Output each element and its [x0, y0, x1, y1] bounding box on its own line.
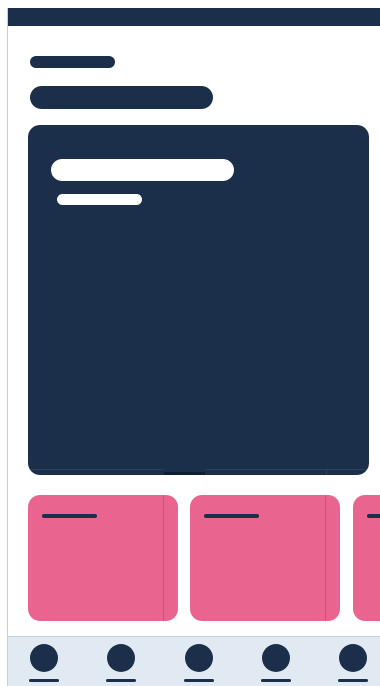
tile-card[interactable] [353, 495, 380, 621]
hero-divider [326, 469, 327, 475]
tile-card[interactable] [28, 495, 178, 621]
header-eyebrow-placeholder [30, 56, 115, 68]
nav-circle-icon [107, 644, 135, 672]
nav-item-3[interactable] [184, 644, 214, 684]
nav-item-5[interactable] [338, 644, 368, 684]
nav-item-4[interactable] [261, 644, 291, 684]
hero-bottom-seam [28, 469, 164, 470]
nav-label-placeholder [338, 679, 368, 682]
hero-page-indicator [164, 472, 205, 475]
tile-card[interactable] [190, 495, 340, 621]
nav-label-placeholder [29, 679, 59, 682]
bottom-navigation [8, 636, 380, 686]
nav-label-placeholder [261, 679, 291, 682]
hero-bottom-seam [205, 469, 369, 470]
header-title-placeholder [30, 86, 213, 109]
nav-label-placeholder [106, 679, 136, 682]
nav-circle-icon [262, 644, 290, 672]
nav-circle-icon [339, 644, 367, 672]
tile-title-placeholder [42, 514, 97, 518]
tile-edge [163, 495, 164, 621]
hero-subtitle-placeholder [57, 194, 142, 205]
nav-item-2[interactable] [106, 644, 136, 684]
app-screen [0, 0, 380, 686]
tile-carousel[interactable] [0, 495, 380, 621]
nav-circle-icon [185, 644, 213, 672]
hero-card[interactable] [28, 125, 369, 475]
nav-label-placeholder [184, 679, 214, 682]
hero-title-placeholder [51, 159, 234, 181]
tile-title-placeholder [204, 514, 259, 518]
status-bar [8, 8, 380, 26]
tile-title-placeholder [367, 514, 380, 518]
nav-circle-icon [30, 644, 58, 672]
nav-item-1[interactable] [29, 644, 59, 684]
tile-edge [325, 495, 326, 621]
